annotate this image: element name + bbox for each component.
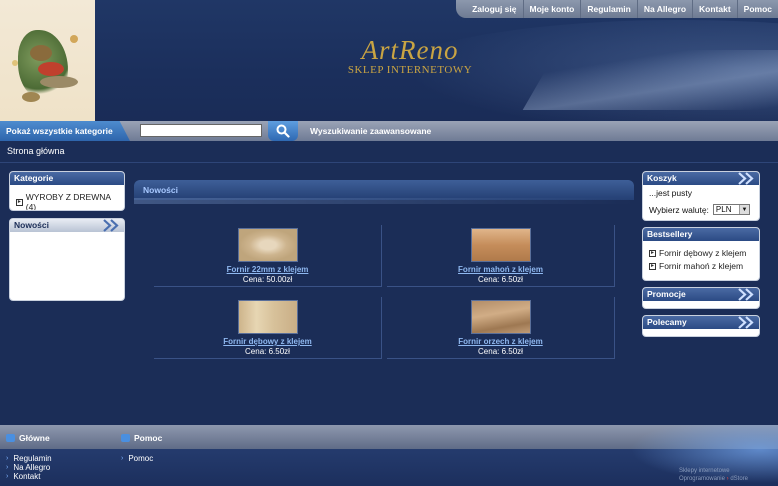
search-bar: Pokaż wszystkie kategorie Wyszukiwanie z…: [0, 121, 778, 141]
double-chevron-icon: [738, 172, 754, 185]
footer-main-column: Główne › Regulamin › Na Allegro › Kontak…: [6, 433, 52, 481]
product-image[interactable]: [470, 228, 531, 262]
cart-box-title: Koszyk: [647, 173, 677, 183]
footer-link-help[interactable]: › Pomoc: [121, 454, 162, 463]
cart-status: ...jest pusty: [649, 188, 692, 198]
cart-box: Koszyk ...jest pusty Wybierz walutę: PLN…: [642, 171, 760, 221]
bestseller-item-label: Fornir dębowy z klejem: [659, 248, 747, 258]
product-name-link[interactable]: Fornir dębowy z klejem: [154, 337, 381, 347]
currency-label: Wybierz walutę:: [649, 204, 709, 215]
footer-link-allegro[interactable]: › Na Allegro: [6, 463, 52, 472]
credit-line: Sklepy internetowe: [678, 468, 730, 474]
categories-box: Kategorie ▸ WYROBY Z DREWNA (4): [9, 171, 125, 211]
product-price: Cena: 6.50zł: [478, 347, 523, 356]
currency-select[interactable]: PLN ▼: [712, 204, 750, 215]
product-card[interactable]: Fornir orzech z klejem Cena: 6.50zł: [387, 297, 615, 359]
footer-link-contact[interactable]: › Kontakt: [6, 472, 52, 481]
product-price: Cena: 6.50zł: [478, 275, 523, 284]
recommended-box[interactable]: Polecamy: [642, 315, 760, 337]
nav-login[interactable]: Zaloguj się: [466, 0, 522, 18]
nav-terms[interactable]: Regulamin: [580, 0, 636, 18]
search-button[interactable]: [268, 121, 298, 141]
footer-help-title: Pomoc: [134, 433, 163, 443]
footer-link-terms[interactable]: › Regulamin: [6, 454, 52, 463]
bestseller-item-label: Fornir mahoń z klejem: [659, 261, 744, 271]
footer-help-column: Pomoc › Pomoc: [121, 433, 162, 463]
divider: [0, 162, 778, 163]
nav-contact[interactable]: Kontakt: [692, 0, 737, 18]
bestsellers-box: Bestsellery ▸ Fornir dębowy z klejem ▸ F…: [642, 227, 760, 281]
credit-brand: dStore: [730, 476, 748, 482]
page-header: ArtReno SKLEP INTERNETOWY Zaloguj się Mo…: [0, 0, 778, 121]
footer-link-label: Na Allegro: [13, 463, 51, 472]
double-chevron-icon: [738, 316, 754, 329]
folder-icon: [121, 434, 130, 442]
brand-tagline: SKLEP INTERNETOWY: [347, 64, 473, 76]
site-logo[interactable]: ArtReno SKLEP INTERNETOWY: [340, 36, 480, 76]
product-image[interactable]: [470, 300, 531, 334]
breadcrumb[interactable]: Strona główna: [7, 146, 65, 156]
product-card[interactable]: Fornir dębowy z klejem Cena: 6.50zł: [154, 297, 382, 359]
arrow-bullet-icon: ▸: [649, 262, 656, 270]
nav-my-account[interactable]: Moje konto: [522, 0, 581, 18]
search-input[interactable]: [140, 124, 262, 137]
product-price: Cena: 50.00zł: [242, 275, 293, 284]
promotions-box-title: Promocje: [647, 289, 686, 299]
bestsellers-box-title: Bestsellery: [643, 228, 759, 241]
footer-main-title: Główne: [19, 433, 50, 443]
category-item-label: WYROBY Z DREWNA (4): [25, 192, 111, 211]
double-chevron-icon: [103, 219, 119, 232]
chevron-right-icon: ›: [6, 473, 9, 480]
news-box-title: Nowości: [14, 220, 49, 230]
categories-box-title: Kategorie: [10, 172, 124, 185]
nav-help[interactable]: Pomoc: [736, 0, 778, 18]
promotions-box[interactable]: Promocje: [642, 287, 760, 309]
double-chevron-icon: [738, 288, 754, 301]
nav-allegro[interactable]: Na Allegro: [636, 0, 692, 18]
brand-name: ArtReno: [361, 35, 459, 65]
arrow-bullet-icon: ▸: [649, 249, 656, 257]
product-image[interactable]: [237, 300, 298, 334]
new-products-title: Nowości: [143, 185, 178, 195]
product-card[interactable]: Fornir mahoń z klejem Cena: 6.50zł: [387, 225, 615, 287]
chevron-right-icon: ›: [121, 455, 124, 462]
advanced-search-link[interactable]: Wyszukiwanie zaawansowane: [310, 121, 431, 141]
product-name-link[interactable]: Fornir mahoń z klejem: [387, 265, 614, 275]
footer-link-label: Kontakt: [13, 472, 41, 481]
all-categories-button[interactable]: Pokaż wszystkie kategorie: [0, 121, 130, 141]
new-products-header: Nowości: [134, 180, 634, 204]
search-icon: [276, 124, 290, 138]
dropdown-arrow-icon: ▼: [738, 205, 749, 214]
recommended-box-header: Polecamy: [643, 316, 759, 329]
recommended-box-title: Polecamy: [647, 317, 687, 327]
news-box-header: Nowości: [10, 219, 124, 232]
footer-link-label: Regulamin: [13, 454, 52, 463]
promotions-box-header: Promocje: [643, 288, 759, 301]
category-item[interactable]: ▸ WYROBY Z DREWNA (4): [16, 192, 118, 211]
folder-icon: [6, 434, 15, 442]
logo-image[interactable]: [0, 0, 95, 121]
credit-line: Oprogramowanie: [678, 476, 725, 482]
cart-box-header: Koszyk: [643, 172, 759, 185]
main-content: Nowości Fornir 22mm z klejem Cena: 50.00…: [134, 180, 634, 400]
product-price: Cena: 6.50zł: [245, 347, 290, 356]
currency-value: PLN: [715, 205, 732, 214]
product-card[interactable]: Fornir 22mm z klejem Cena: 50.00zł: [154, 225, 382, 287]
bestseller-item[interactable]: ▸ Fornir mahoń z klejem: [649, 261, 753, 271]
news-box: Nowości: [9, 218, 125, 301]
chevron-right-icon: ›: [6, 464, 9, 471]
product-name-link[interactable]: Fornir 22mm z klejem: [154, 265, 381, 275]
arrow-bullet-icon: ▸: [16, 198, 23, 206]
bestseller-item[interactable]: ▸ Fornir dębowy z klejem: [649, 248, 753, 258]
page-footer: Główne › Regulamin › Na Allegro › Kontak…: [0, 425, 778, 486]
product-name-link[interactable]: Fornir orzech z klejem: [387, 337, 614, 347]
footer-credit[interactable]: Sklepy internetowe Oprogramowanie › dSto…: [679, 467, 748, 483]
header-decoration-light: [522, 50, 778, 110]
footer-link-label: Pomoc: [128, 454, 154, 463]
chevron-right-icon: ›: [6, 455, 9, 462]
top-navigation: Zaloguj się Moje konto Regulamin Na Alle…: [456, 0, 778, 18]
product-image[interactable]: [237, 228, 298, 262]
